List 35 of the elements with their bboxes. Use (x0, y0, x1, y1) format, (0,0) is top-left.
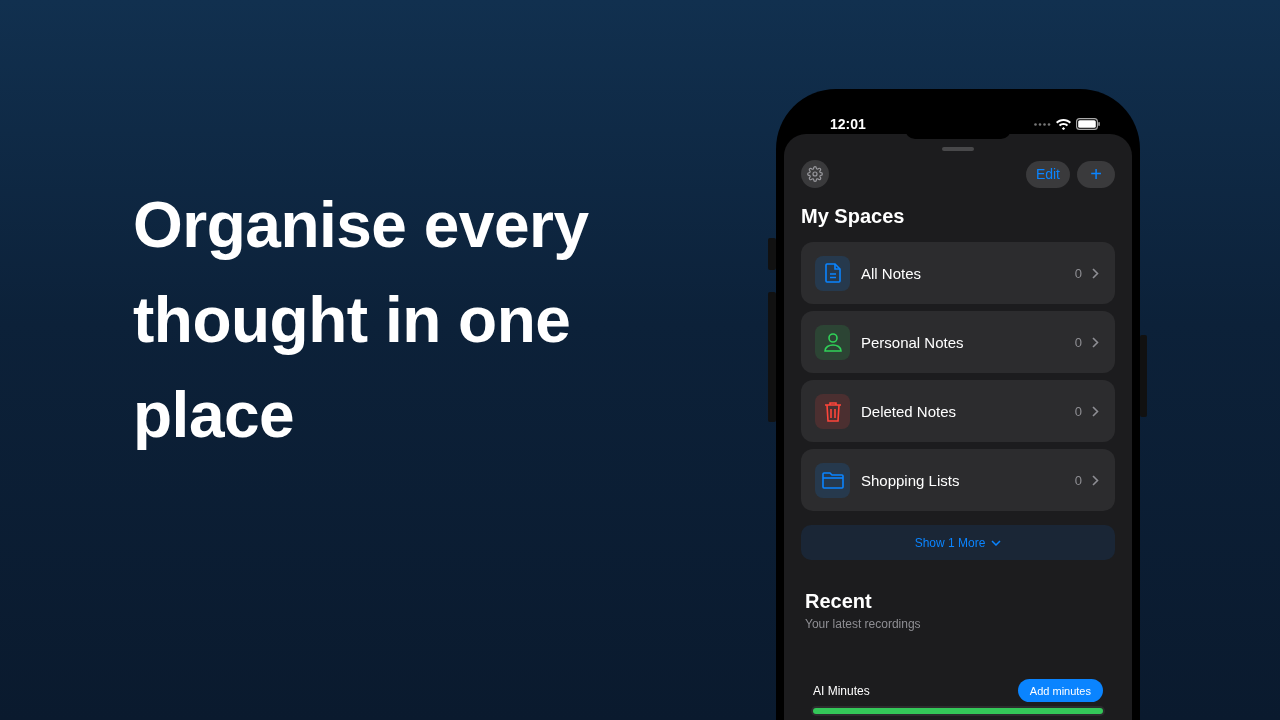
chevron-right-icon (1092, 474, 1099, 486)
document-icon (823, 263, 842, 283)
space-row[interactable]: Deleted Notes 0 (801, 380, 1115, 442)
trash-icon (823, 400, 842, 422)
chevron-right-icon (1092, 267, 1099, 279)
show-more-button[interactable]: Show 1 More (801, 525, 1115, 560)
space-name: Deleted Notes (861, 402, 958, 420)
space-name: Shopping Lists (861, 471, 961, 489)
chevron-right-icon (1092, 405, 1099, 417)
note-count: 0 (1074, 403, 1082, 419)
signal-dots-icon (1034, 122, 1051, 126)
wifi-icon (1056, 118, 1071, 130)
ai-minutes-label: AI Minutes (813, 683, 870, 698)
section-title: My Spaces (801, 205, 906, 228)
space-row[interactable]: All Notes 0 (801, 242, 1115, 304)
settings-button[interactable] (801, 160, 829, 188)
battery-icon (1076, 118, 1100, 130)
note-count: 0 (1074, 334, 1082, 350)
note-count: 0 (1074, 265, 1082, 281)
chevron-right-icon (1092, 336, 1099, 348)
folder-icon (821, 471, 844, 489)
space-row[interactable]: Shopping Lists 0 (801, 449, 1115, 511)
settings-icon (807, 166, 823, 182)
add-minutes-button[interactable]: Add minutes (1017, 679, 1103, 702)
person-icon (822, 332, 843, 352)
status-time: 12:01 (830, 116, 866, 134)
space-row[interactable]: Personal Notes 0 (801, 311, 1115, 373)
section-title: Recent (805, 590, 873, 613)
grab-handle[interactable] (942, 147, 974, 151)
note-count: 0 (1074, 472, 1082, 488)
chevron-down-icon (991, 539, 1002, 546)
headline: Organise every thought in one place (133, 188, 590, 453)
space-name: All Notes (861, 264, 923, 282)
section-subtitle: Your latest recordings (805, 617, 922, 631)
space-name: Personal Notes (861, 333, 965, 351)
